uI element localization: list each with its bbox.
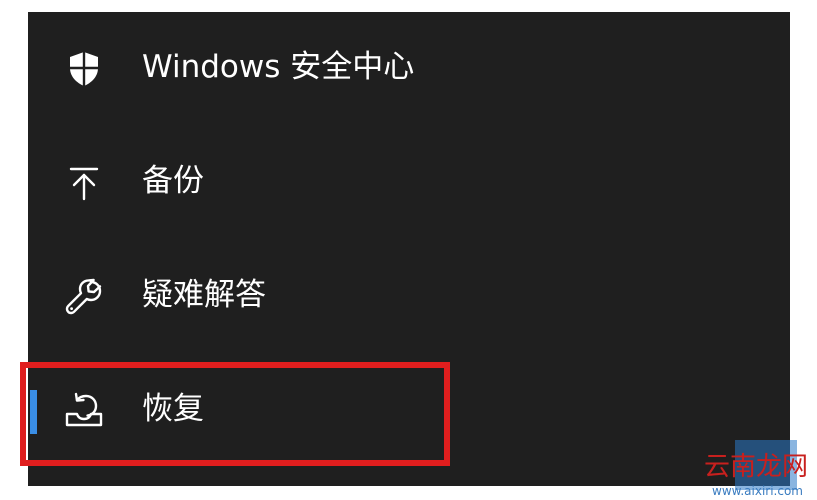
backup-arrow-icon	[64, 163, 104, 203]
nav-item-backup[interactable]: 备份	[28, 146, 790, 216]
nav-item-label: Windows 安全中心	[142, 49, 415, 85]
nav-item-troubleshoot[interactable]: 疑难解答	[28, 260, 790, 330]
highlight-annotation-box	[20, 362, 450, 466]
wrench-icon	[64, 277, 104, 317]
nav-item-label: 备份	[142, 163, 204, 199]
watermark-site-name: 云南龙网	[704, 452, 809, 482]
nav-item-windows-security[interactable]: Windows 安全中心	[28, 32, 790, 102]
shield-icon	[64, 49, 104, 89]
watermark-url: www.aixiri.com	[712, 484, 803, 498]
nav-item-label: 疑难解答	[142, 277, 266, 313]
